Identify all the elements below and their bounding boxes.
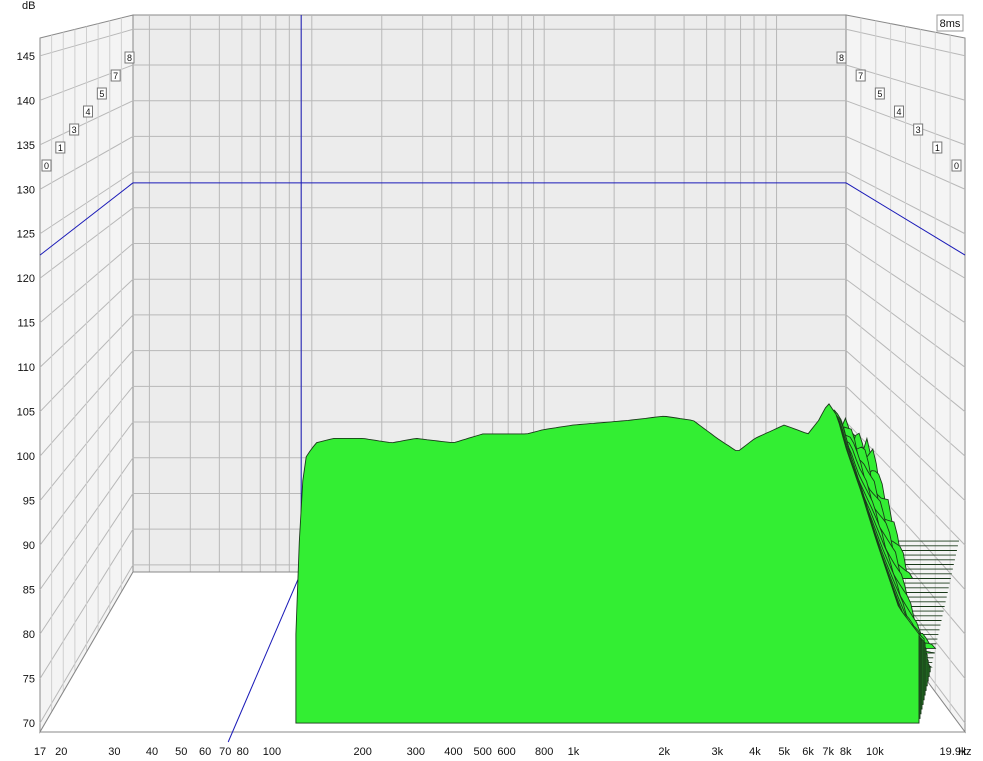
x-tick-label: 17 (34, 746, 46, 758)
y-tick-label: 130 (17, 184, 35, 196)
x-tick-label: 8k (840, 746, 852, 758)
x-tick-label: 600 (497, 746, 515, 758)
slice-label-left: 7 (113, 71, 118, 81)
y-tick-label: 85 (23, 585, 35, 597)
slice-label-left: 5 (99, 89, 104, 99)
x-tick-label: 10k (866, 746, 884, 758)
x-tick-label: 80 (237, 746, 249, 758)
slice-label-right: 4 (896, 107, 901, 117)
slice-label-right: 0 (954, 161, 959, 171)
slice-label-right: 1 (935, 143, 940, 153)
slice-label-right: 3 (916, 125, 921, 135)
waterfall-slice (295, 403, 920, 724)
x-tick-label: 20 (55, 746, 67, 758)
time-window-label: 8ms (940, 18, 961, 30)
x-tick-label: 1k (568, 746, 580, 758)
x-tick-label: 100 (263, 746, 281, 758)
x-tick-label: 6k (802, 746, 814, 758)
slice-label-right: 7 (858, 71, 863, 81)
slice-label-right: 5 (877, 89, 882, 99)
x-tick-label: 200 (354, 746, 372, 758)
x-tick-label: 400 (444, 746, 462, 758)
x-tick-label: 60 (199, 746, 211, 758)
x-tick-label: 70 (219, 746, 231, 758)
x-tick-label: 3k (711, 746, 723, 758)
y-tick-label: 140 (17, 95, 35, 107)
slice-label-left: 0 (44, 161, 49, 171)
y-tick-label: 115 (17, 318, 35, 330)
x-tick-label: 5k (778, 746, 790, 758)
y-tick-label: 120 (17, 273, 35, 285)
x-tick-label: 2k (658, 746, 670, 758)
x-axis-unit: Hz (958, 746, 971, 758)
y-tick-label: 125 (17, 229, 35, 241)
x-tick-label: 40 (146, 746, 158, 758)
waterfall-chart: 70 75 80 85 90 95 100 105 110 115 120 125 130 135 140 1… (0, 0, 983, 761)
y-axis-label: dB (22, 0, 35, 12)
x-tick-label: 300 (407, 746, 425, 758)
y-tick-label: 145 (17, 51, 35, 63)
slice-label-left: 4 (85, 107, 90, 117)
y-tick-label: 95 (23, 496, 35, 508)
x-tick-label: 500 (474, 746, 492, 758)
x-tick-label: 7k (822, 746, 834, 758)
x-tick-label: 30 (108, 746, 120, 758)
y-tick-label: 100 (17, 451, 35, 463)
y-axis-ticks: 70 75 80 85 90 95 100 105 110 115 120 125 130 135 140 1… (17, 51, 35, 730)
y-tick-label: 70 (23, 718, 35, 730)
waterfall-plot: 7075808590951001051101151201251301351401… (17, 0, 972, 758)
x-tick-label: 800 (535, 746, 553, 758)
x-tick-label: 4k (749, 746, 761, 758)
slice-label-left: 1 (58, 143, 63, 153)
waterfall-slices (295, 403, 959, 724)
y-tick-label: 105 (17, 407, 35, 419)
slice-label-right: 8 (839, 53, 844, 63)
x-tick-label: 50 (175, 746, 187, 758)
slice-label-left: 3 (72, 125, 77, 135)
y-tick-label: 75 (23, 674, 35, 686)
y-tick-label: 135 (17, 140, 35, 152)
slice-label-left: 8 (127, 53, 132, 63)
y-tick-label: 80 (23, 629, 35, 641)
y-tick-label: 90 (23, 540, 35, 552)
y-tick-label: 110 (17, 362, 35, 374)
x-axis-ticks: 17 20 30 40 50 60 70 80 100 200 300 400 500 600 800 1k 2… (34, 746, 967, 758)
